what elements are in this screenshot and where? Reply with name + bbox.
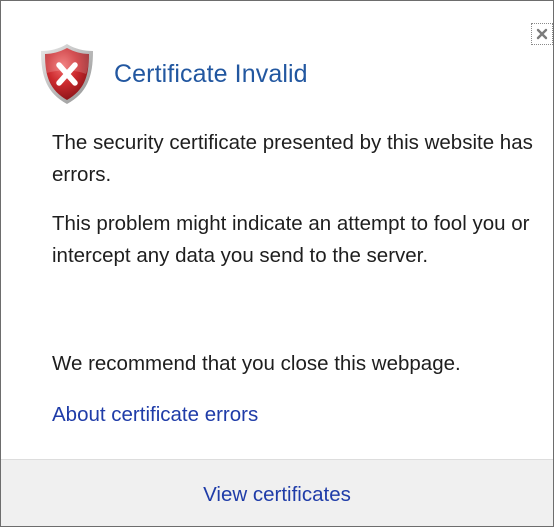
dialog-header: Certificate Invalid xyxy=(39,43,308,105)
close-icon xyxy=(536,28,548,40)
dialog-title: Certificate Invalid xyxy=(114,59,308,88)
recommendation-text: We recommend that you close this webpage… xyxy=(52,352,461,375)
risk-description: This problem might indicate an attempt t… xyxy=(52,212,530,267)
shield-error-icon xyxy=(41,44,93,104)
certificate-error-dialog: Certificate Invalid The security certifi… xyxy=(0,0,554,527)
view-certificates-link[interactable]: View certificates xyxy=(203,483,351,507)
close-button[interactable] xyxy=(531,23,553,45)
dialog-footer: View certificates xyxy=(1,459,553,526)
error-description: The security certificate presented by th… xyxy=(52,131,533,186)
about-certificate-errors-link[interactable]: About certificate errors xyxy=(52,399,258,431)
